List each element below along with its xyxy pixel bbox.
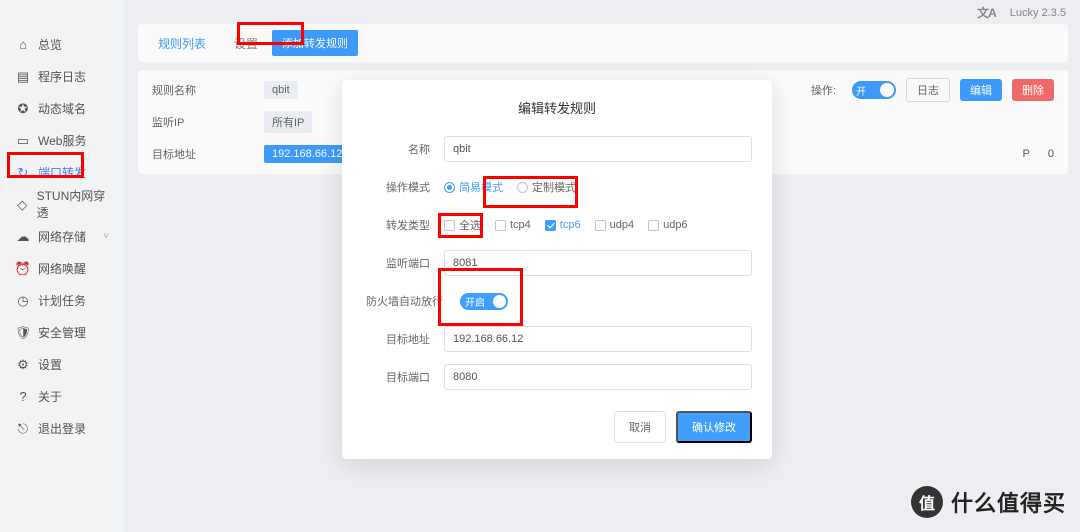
name-input[interactable] [444, 136, 752, 162]
cancel-button[interactable]: 取消 [614, 411, 666, 443]
target-port-label: 目标端口 [362, 369, 444, 385]
target-addr-input[interactable] [444, 326, 752, 352]
checkbox-udp4[interactable]: udp4 [595, 219, 634, 231]
watermark-text: 什么值得买 [951, 486, 1066, 518]
modal-title: 编辑转发规则 [362, 98, 752, 117]
radio-simple-mode[interactable]: 简易模式 [444, 179, 503, 195]
checkbox-icon [648, 220, 659, 231]
checkbox-icon [495, 220, 506, 231]
firewall-label: 防火墙自动放行 [362, 293, 460, 309]
type-label: 转发类型 [362, 217, 444, 233]
checkbox-tcp4[interactable]: tcp4 [495, 219, 531, 231]
radio-dot-icon [517, 182, 528, 193]
edit-rule-modal: 编辑转发规则 名称 操作模式 简易模式 定制模式 转发类型 全选 tcp4 tc… [342, 80, 772, 459]
listen-port-label: 监听端口 [362, 255, 444, 271]
name-label: 名称 [362, 141, 444, 157]
checkbox-all[interactable]: 全选 [444, 217, 481, 233]
firewall-switch[interactable]: 开启 [460, 293, 508, 310]
checkbox-udp6[interactable]: udp6 [648, 219, 687, 231]
radio-dot-icon [444, 182, 455, 193]
target-port-input[interactable] [444, 364, 752, 390]
mode-label: 操作模式 [362, 179, 444, 195]
listen-port-input[interactable] [444, 250, 752, 276]
checkbox-icon [545, 220, 556, 231]
watermark-badge-icon: 值 [911, 486, 943, 518]
target-addr-label: 目标地址 [362, 331, 444, 347]
confirm-button[interactable]: 确认修改 [676, 411, 752, 443]
checkbox-icon [444, 220, 455, 231]
checkbox-tcp6[interactable]: tcp6 [545, 219, 581, 231]
radio-custom-mode[interactable]: 定制模式 [517, 179, 576, 195]
watermark: 值 什么值得买 [911, 486, 1066, 518]
checkbox-icon [595, 220, 606, 231]
